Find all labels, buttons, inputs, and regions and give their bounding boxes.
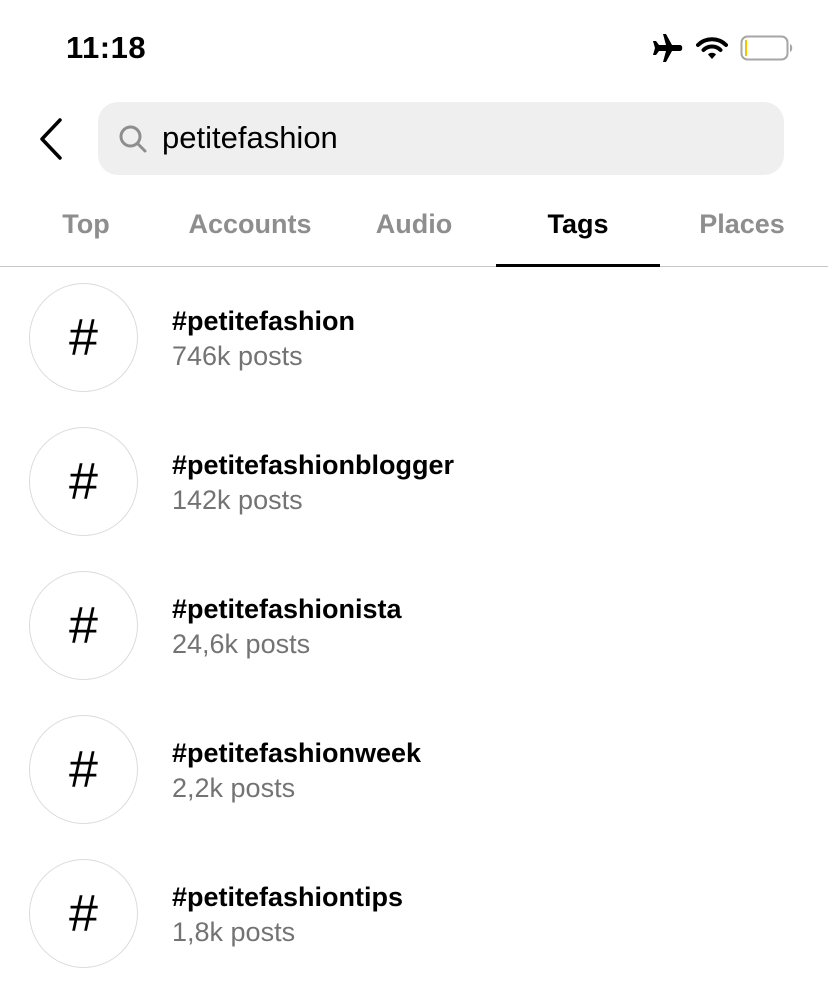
tag-post-count: 24,6k posts xyxy=(172,629,311,659)
tag-name: #petitefashion xyxy=(172,306,356,336)
search-icon xyxy=(119,125,147,153)
hashtag-icon: # xyxy=(29,859,138,968)
hashtag-icon: # xyxy=(29,715,138,824)
tag-result-row[interactable]: # #petitefashionweek 2,2k posts xyxy=(0,698,828,842)
search-row xyxy=(0,102,828,176)
status-bar: 11:18 xyxy=(0,0,828,96)
chevron-left-icon xyxy=(40,118,62,160)
tag-name: #petitefashionista xyxy=(172,594,402,624)
tag-result-row[interactable]: # #petitefashion 746k posts xyxy=(0,266,828,410)
search-tabs: Top Accounts Audio Tags Places xyxy=(0,196,828,267)
airplane-mode-icon xyxy=(652,33,684,68)
wifi-icon xyxy=(696,36,728,65)
tag-result-row[interactable]: # #petitefashionista 24,6k posts xyxy=(0,554,828,698)
search-box[interactable] xyxy=(98,102,784,175)
tab-audio[interactable]: Audio xyxy=(332,196,496,266)
tag-name: #petitefashiontips xyxy=(172,882,404,912)
tag-results-list: # #petitefashion 746k posts # #petitefas… xyxy=(0,266,828,986)
tab-top[interactable]: Top xyxy=(4,196,168,266)
tag-result-row[interactable]: # #petitefashionblogger 142k posts xyxy=(0,410,828,554)
tag-post-count: 1,8k posts xyxy=(172,917,296,947)
hashtag-icon: # xyxy=(29,427,138,536)
tag-result-row[interactable]: # #petitefashiontips 1,8k posts xyxy=(0,842,828,986)
hashtag-icon: # xyxy=(29,283,138,392)
battery-icon xyxy=(740,35,794,66)
battery-level xyxy=(745,40,747,56)
tag-post-count: 2,2k posts xyxy=(172,773,296,803)
status-icons xyxy=(652,33,794,68)
hashtag-icon: # xyxy=(29,571,138,680)
tag-name: #petitefashionblogger xyxy=(172,450,455,480)
status-time: 11:18 xyxy=(66,30,147,65)
search-input[interactable] xyxy=(162,116,762,160)
back-button[interactable] xyxy=(34,114,74,164)
tab-places[interactable]: Places xyxy=(660,196,824,266)
tab-accounts[interactable]: Accounts xyxy=(168,196,332,266)
tag-post-count: 746k posts xyxy=(172,341,303,371)
tag-name: #petitefashionweek xyxy=(172,738,422,768)
tab-tags[interactable]: Tags xyxy=(496,196,660,267)
tag-post-count: 142k posts xyxy=(172,485,303,515)
